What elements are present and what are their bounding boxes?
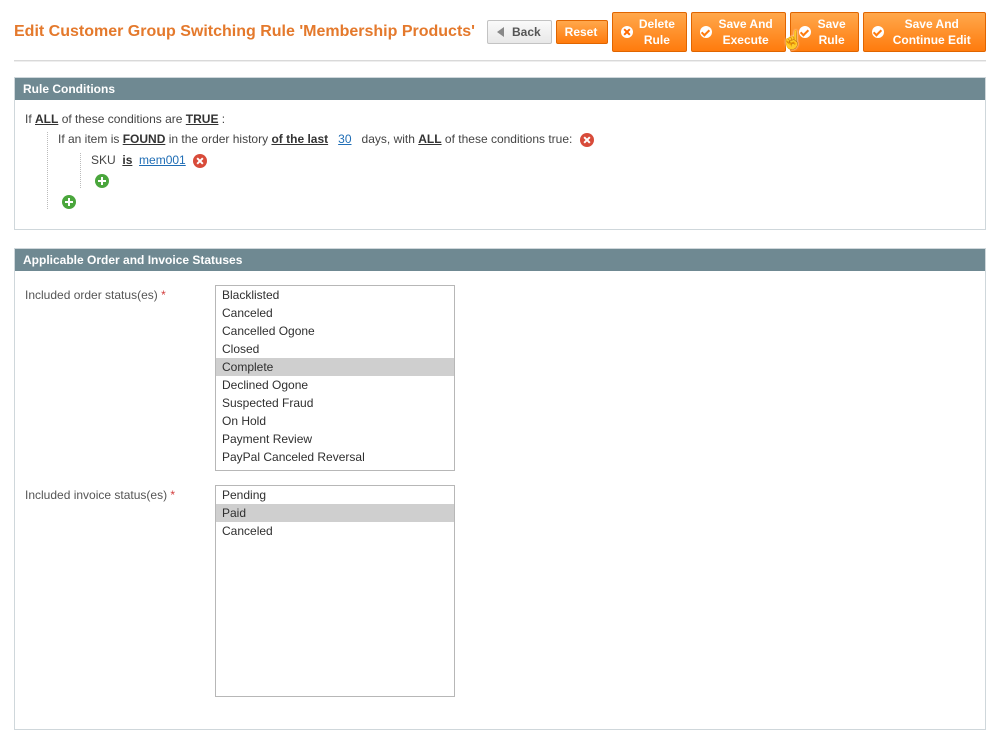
found-selector[interactable]: FOUND: [123, 132, 166, 146]
multiselect-option[interactable]: PayPal Canceled Reversal: [216, 448, 454, 466]
invoice-status-label: Included invoice status(es) *: [25, 485, 215, 502]
value-selector[interactable]: TRUE: [186, 112, 219, 126]
period-label-selector[interactable]: of the last: [271, 132, 328, 146]
cond-text: If: [25, 112, 32, 126]
order-status-multiselect[interactable]: BlacklistedCanceledCancelled OgoneClosed…: [215, 285, 455, 471]
sku-value-input[interactable]: mem001: [139, 153, 186, 167]
multiselect-option[interactable]: Blacklisted: [216, 286, 454, 304]
page-title: Edit Customer Group Switching Rule 'Memb…: [14, 23, 487, 41]
cond-text: in the order history: [169, 132, 268, 146]
add-condition-icon[interactable]: [62, 195, 76, 209]
multiselect-option[interactable]: Declined Ogone: [216, 376, 454, 394]
delete-rule-button[interactable]: Delete Rule: [612, 12, 687, 52]
check-icon: [700, 26, 712, 38]
cond-text: :: [222, 112, 225, 126]
multiselect-option[interactable]: Paid: [216, 504, 454, 522]
save-rule-label: Save Rule: [815, 16, 849, 48]
save-and-execute-label: Save And Execute: [716, 16, 774, 48]
delete-icon: [621, 26, 633, 38]
add-condition-icon[interactable]: [95, 174, 109, 188]
multiselect-option[interactable]: Canceled: [216, 304, 454, 322]
header-bar: Edit Customer Group Switching Rule 'Memb…: [14, 8, 986, 61]
condition-order-history: If an item is FOUND in the order history…: [58, 132, 975, 147]
aggregator-selector[interactable]: ALL: [35, 112, 58, 126]
sku-attr: SKU: [91, 153, 116, 167]
check-icon: [872, 26, 884, 38]
inner-aggregator-selector[interactable]: ALL: [418, 132, 441, 146]
label-text: Included invoice status(es): [25, 488, 167, 502]
multiselect-option[interactable]: On Hold: [216, 412, 454, 430]
save-and-continue-button[interactable]: Save And Continue Edit: [863, 12, 986, 52]
cond-text: days, with: [362, 132, 415, 146]
reset-button[interactable]: Reset: [556, 20, 609, 44]
required-asterisk: *: [161, 288, 166, 302]
multiselect-option[interactable]: Pending: [216, 486, 454, 504]
period-days-input[interactable]: 30: [338, 132, 351, 146]
cond-text: If an item is: [58, 132, 119, 146]
applicable-statuses-section: Applicable Order and Invoice Statuses In…: [14, 248, 986, 730]
multiselect-option[interactable]: Payment Review: [216, 430, 454, 448]
rule-conditions-section: Rule Conditions If ALL of these conditio…: [14, 77, 986, 230]
save-and-continue-label: Save And Continue Edit: [888, 16, 975, 48]
rule-conditions-header: Rule Conditions: [15, 78, 985, 100]
applicable-statuses-header: Applicable Order and Invoice Statuses: [15, 249, 985, 271]
back-button-label: Back: [512, 24, 541, 40]
remove-condition-icon[interactable]: [193, 154, 207, 168]
cond-text: of these conditions are: [62, 112, 183, 126]
invoice-status-multiselect[interactable]: PendingPaidCanceled: [215, 485, 455, 697]
back-icon: [496, 26, 508, 38]
multiselect-option[interactable]: Complete: [216, 358, 454, 376]
multiselect-option[interactable]: Canceled: [216, 522, 454, 540]
save-rule-button[interactable]: Save Rule: [790, 12, 860, 52]
order-status-row: Included order status(es) * BlacklistedC…: [25, 285, 975, 471]
order-status-label: Included order status(es) *: [25, 285, 215, 302]
required-asterisk: *: [170, 488, 175, 502]
sku-operator-selector[interactable]: is: [122, 153, 132, 167]
back-button[interactable]: Back: [487, 20, 552, 44]
multiselect-option[interactable]: Suspected Fraud: [216, 394, 454, 412]
reset-button-label: Reset: [565, 24, 598, 40]
delete-rule-label: Delete Rule: [637, 16, 676, 48]
cond-text: of these conditions true:: [445, 132, 572, 146]
save-and-execute-button[interactable]: Save And Execute: [691, 12, 785, 52]
applicable-statuses-body: Included order status(es) * BlacklistedC…: [15, 271, 985, 729]
rule-conditions-body: If ALL of these conditions are TRUE : If…: [15, 100, 985, 229]
button-row: Back Reset Delete Rule Save And Execute …: [487, 12, 986, 52]
condition-root: If ALL of these conditions are TRUE :: [25, 112, 975, 126]
condition-sku: SKU is mem001: [91, 153, 975, 168]
label-text: Included order status(es): [25, 288, 158, 302]
invoice-status-row: Included invoice status(es) * PendingPai…: [25, 485, 975, 697]
remove-condition-icon[interactable]: [580, 133, 594, 147]
multiselect-option[interactable]: Cancelled Ogone: [216, 322, 454, 340]
check-icon: [799, 26, 811, 38]
multiselect-option[interactable]: Closed: [216, 340, 454, 358]
